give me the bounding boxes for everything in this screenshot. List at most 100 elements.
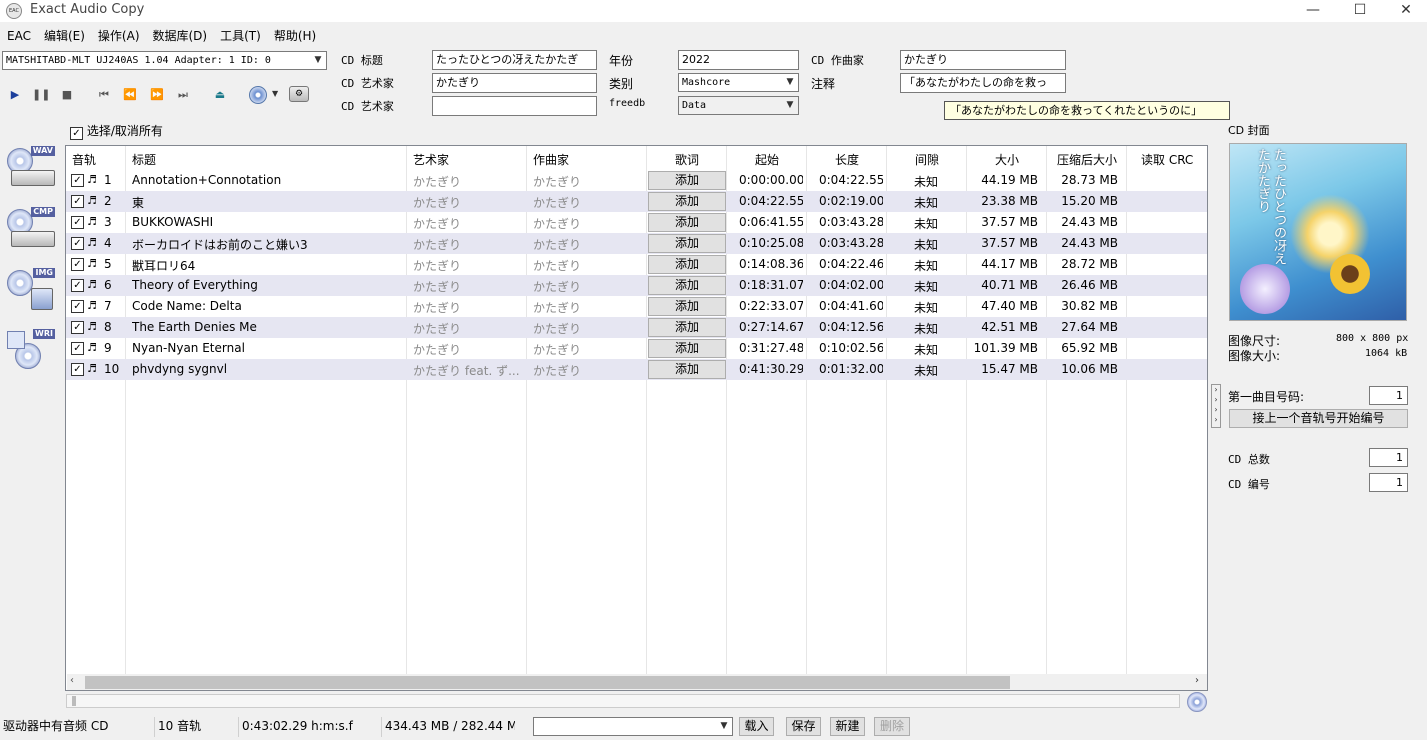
track-title[interactable]: Annotation+Connotation bbox=[132, 173, 402, 187]
write-cd-button[interactable]: WRI bbox=[5, 329, 55, 379]
table-row[interactable]: ✓ ♬ 7 Code Name: Delta かたぎり かたぎり 0:22:33.07 0:0… bbox=[66, 296, 1207, 317]
track-checkbox[interactable]: ✓ bbox=[71, 342, 84, 355]
track-composer[interactable]: かたぎり bbox=[533, 236, 641, 253]
menu-help[interactable]: 帮助(H) bbox=[267, 24, 322, 44]
copy-wav-button[interactable]: WAV bbox=[5, 146, 55, 196]
maximize-button[interactable]: ☐ bbox=[1337, 0, 1383, 22]
cd-info-icon[interactable] bbox=[249, 86, 267, 104]
cover-image[interactable]: たったひとつの冴えたかたぎり bbox=[1229, 143, 1407, 321]
track-artist[interactable]: かたぎり feat. ず... bbox=[413, 362, 521, 379]
track-artist[interactable]: かたぎり bbox=[413, 341, 521, 358]
track-checkbox[interactable]: ✓ bbox=[71, 174, 84, 187]
profile-select[interactable]: ▼ bbox=[533, 717, 733, 736]
track-checkbox[interactable]: ✓ bbox=[71, 237, 84, 250]
slider-thumb[interactable] bbox=[72, 696, 76, 706]
table-row[interactable]: ✓ ♬ 8 The Earth Denies Me かたぎり かたぎり 0:27:14.67… bbox=[66, 317, 1207, 338]
track-composer[interactable]: かたぎり bbox=[533, 215, 641, 232]
table-row[interactable]: ✓ ♬ 6 Theory of Everything かたぎり かたぎり 0:18:31.0… bbox=[66, 275, 1207, 296]
drive-select[interactable]: MATSHITABD-MLT UJ240AS 1.04 Adapter: 1 I… bbox=[2, 51, 327, 70]
header-size[interactable]: 大小 bbox=[995, 151, 1019, 168]
header-title[interactable]: 标题 bbox=[132, 151, 156, 168]
copy-image-button[interactable]: IMG bbox=[5, 268, 55, 318]
copy-compressed-button[interactable]: CMP bbox=[5, 207, 55, 257]
close-button[interactable]: ✕ bbox=[1383, 0, 1427, 22]
track-title[interactable]: ボーカロイドはお前のこと嫌い3 bbox=[132, 236, 402, 253]
table-row[interactable]: ✓ ♬ 4 ボーカロイドはお前のこと嫌い3 かたぎり かたぎり 0:10:25.08 0:03… bbox=[66, 233, 1207, 254]
track-composer[interactable]: かたぎり bbox=[533, 194, 641, 211]
track-artist[interactable]: かたぎり bbox=[413, 278, 521, 295]
dropdown-arrow-icon[interactable]: ▼ bbox=[272, 89, 278, 98]
track-artist[interactable]: かたぎり bbox=[413, 257, 521, 274]
track-title[interactable]: 東 bbox=[132, 194, 402, 211]
track-composer[interactable]: かたぎり bbox=[533, 173, 641, 190]
cd-disc-icon[interactable] bbox=[1187, 692, 1207, 712]
track-checkbox[interactable]: ✓ bbox=[71, 258, 84, 271]
add-lyrics-button[interactable]: 添加 bbox=[648, 171, 726, 190]
track-checkbox[interactable]: ✓ bbox=[71, 300, 84, 313]
cd-artist2-field[interactable] bbox=[432, 96, 597, 116]
track-composer[interactable]: かたぎり bbox=[533, 341, 641, 358]
track-artist[interactable]: かたぎり bbox=[413, 215, 521, 232]
add-lyrics-button[interactable]: 添加 bbox=[648, 234, 726, 253]
track-artist[interactable]: かたぎり bbox=[413, 320, 521, 337]
stop-icon[interactable]: ■ bbox=[58, 86, 76, 104]
cd-artist-field[interactable]: かたぎり bbox=[432, 73, 597, 93]
scroll-left-icon[interactable]: ‹ bbox=[70, 675, 74, 686]
cd-number-field[interactable]: 1 bbox=[1369, 473, 1408, 492]
track-title[interactable]: Nyan-Nyan Eternal bbox=[132, 341, 402, 355]
add-lyrics-button[interactable]: 添加 bbox=[648, 360, 726, 379]
panel-expand-toggle[interactable]: › › › › bbox=[1211, 384, 1221, 428]
add-lyrics-button[interactable]: 添加 bbox=[648, 255, 726, 274]
track-checkbox[interactable]: ✓ bbox=[71, 216, 84, 229]
table-row[interactable]: ✓ ♬ 2 東かたぎり かたぎり 0:04:22.55 0:02:19.00 未知 23.38 … bbox=[66, 191, 1207, 212]
total-cds-field[interactable]: 1 bbox=[1369, 448, 1408, 467]
select-all-checkbox[interactable]: ✓ bbox=[70, 127, 83, 140]
scrollbar-thumb[interactable] bbox=[85, 676, 1010, 689]
header-compressed-size[interactable]: 压缩后大小 bbox=[1057, 151, 1117, 168]
table-row[interactable]: ✓ ♬ 10 phvdyng sygnvl かたぎり feat. ず... かたぎり 0:4… bbox=[66, 359, 1207, 380]
year-field[interactable]: 2022 bbox=[678, 50, 799, 70]
first-track-field[interactable]: 1 bbox=[1369, 386, 1408, 405]
add-lyrics-button[interactable]: 添加 bbox=[648, 192, 726, 211]
track-artist[interactable]: かたぎり bbox=[413, 194, 521, 211]
drive-options-icon[interactable]: ⚙ bbox=[289, 86, 309, 102]
track-composer[interactable]: かたぎり bbox=[533, 299, 641, 316]
genre-select[interactable]: Mashcore ▼ bbox=[678, 73, 799, 92]
previous-track-icon[interactable]: ⏮ bbox=[95, 86, 113, 104]
track-checkbox[interactable]: ✓ bbox=[71, 279, 84, 292]
track-composer[interactable]: かたぎり bbox=[533, 362, 641, 379]
menu-edit[interactable]: 编辑(E) bbox=[37, 24, 91, 44]
add-lyrics-button[interactable]: 添加 bbox=[648, 276, 726, 295]
horizontal-scrollbar[interactable]: ‹ › bbox=[67, 674, 1207, 690]
delete-button[interactable]: 删除 bbox=[874, 717, 910, 736]
menu-database[interactable]: 数据库(D) bbox=[146, 24, 214, 44]
track-checkbox[interactable]: ✓ bbox=[71, 363, 84, 376]
track-artist[interactable]: かたぎり bbox=[413, 173, 521, 190]
track-composer[interactable]: かたぎり bbox=[533, 278, 641, 295]
pause-icon[interactable]: ❚❚ bbox=[32, 86, 50, 104]
track-title[interactable]: 獣耳ロリ64 bbox=[132, 257, 402, 274]
menu-tools[interactable]: 工具(T) bbox=[213, 24, 267, 44]
track-checkbox[interactable]: ✓ bbox=[71, 321, 84, 334]
play-icon[interactable]: ▶ bbox=[6, 86, 24, 104]
track-title[interactable]: Code Name: Delta bbox=[132, 299, 402, 313]
track-title[interactable]: Theory of Everything bbox=[132, 278, 402, 292]
header-composer[interactable]: 作曲家 bbox=[533, 151, 569, 168]
new-button[interactable]: 新建 bbox=[830, 717, 865, 736]
continue-numbering-button[interactable]: 接上一个音轨号开始编号 bbox=[1229, 409, 1408, 428]
track-composer[interactable]: かたぎり bbox=[533, 320, 641, 337]
header-length[interactable]: 长度 bbox=[835, 151, 859, 168]
next-track-icon[interactable]: ⏭ bbox=[174, 86, 192, 104]
track-checkbox[interactable]: ✓ bbox=[71, 195, 84, 208]
track-artist[interactable]: かたぎり bbox=[413, 236, 521, 253]
add-lyrics-button[interactable]: 添加 bbox=[648, 297, 726, 316]
comment-field[interactable]: 「あなたがわたしの命を救っ bbox=[900, 73, 1066, 93]
load-button[interactable]: 载入 bbox=[739, 717, 774, 736]
header-artist[interactable]: 艺术家 bbox=[413, 151, 449, 168]
position-slider[interactable] bbox=[66, 694, 1180, 708]
track-composer[interactable]: かたぎり bbox=[533, 257, 641, 274]
table-row[interactable]: ✓ ♬ 9 Nyan-Nyan Eternal かたぎり かたぎり 0:31:27.48 0:… bbox=[66, 338, 1207, 359]
save-button[interactable]: 保存 bbox=[786, 717, 821, 736]
rewind-icon[interactable]: ⏪ bbox=[121, 86, 139, 104]
menu-eac[interactable]: EAC bbox=[0, 26, 37, 43]
